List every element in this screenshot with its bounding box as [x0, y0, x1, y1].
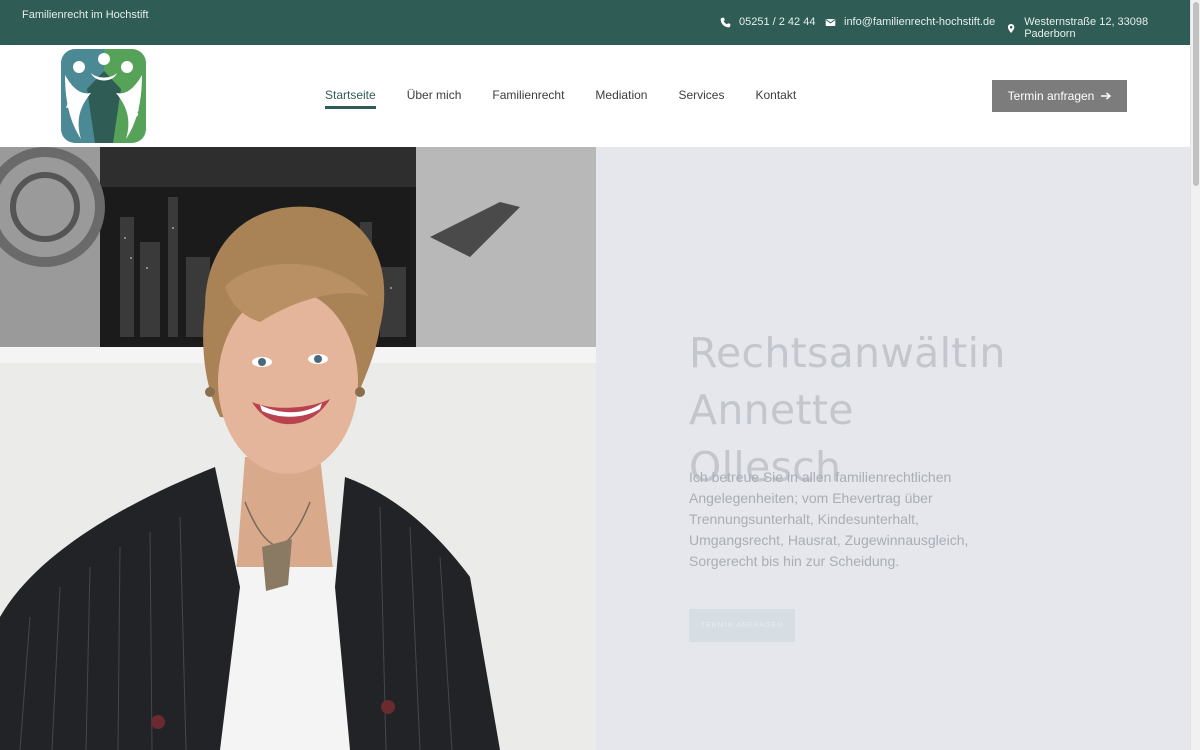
- nav-item-familienrecht[interactable]: Familienrecht: [492, 88, 564, 108]
- top-bar-email[interactable]: info@familienrecht-hochstift.de: [825, 16, 995, 28]
- site-header: § Startseite Über mich Familienrecht Med…: [0, 45, 1190, 147]
- top-bar-tagline: Familienrecht im Hochstift: [22, 9, 149, 21]
- top-bar: Familienrecht im Hochstift 05251 / 2 42 …: [0, 0, 1190, 45]
- scrollbar-thumb[interactable]: [1193, 2, 1199, 186]
- hero-portrait-photo: [0, 147, 596, 750]
- appointment-request-label: Termin anfragen: [1007, 89, 1095, 103]
- nav-item-startseite[interactable]: Startseite: [325, 88, 376, 109]
- page-scrollbar[interactable]: [1190, 0, 1200, 750]
- hero-title-line1: Rechtsanwältin Annette: [689, 329, 1006, 434]
- phone-icon: [720, 17, 731, 27]
- top-bar-address[interactable]: Westernstraße 12, 33098 Paderborn: [1006, 16, 1190, 40]
- nav-item-services[interactable]: Services: [678, 88, 724, 108]
- arrow-right-icon: [1101, 92, 1112, 100]
- nav-item-ueber-mich[interactable]: Über mich: [407, 88, 462, 108]
- nav-item-kontakt[interactable]: Kontakt: [755, 88, 796, 108]
- logo-people-icon[interactable]: §: [61, 49, 146, 143]
- main-nav: Startseite Über mich Familienrecht Media…: [325, 88, 796, 109]
- envelope-icon: [825, 18, 836, 26]
- hero-description: Ich betreue Sie in allen familienrechtli…: [689, 469, 969, 569]
- svg-text:§: §: [131, 99, 140, 120]
- portrait-illustration: [0, 147, 596, 750]
- top-bar-phone[interactable]: 05251 / 2 42 44: [720, 16, 815, 28]
- map-pin-icon: [1007, 23, 1015, 33]
- nav-item-mediation[interactable]: Mediation: [595, 88, 647, 108]
- email-address: info@familienrecht-hochstift.de: [844, 16, 996, 28]
- phone-number: 05251 / 2 42 44: [739, 16, 816, 28]
- hero-content: Rechtsanwältin Annette Ollesch Ich betre…: [596, 147, 1190, 750]
- hero-appointment-button[interactable]: TERMIN ANFRAGEN: [689, 609, 795, 642]
- street-address: Westernstraße 12, 33098 Paderborn: [1024, 16, 1149, 40]
- appointment-request-button[interactable]: Termin anfragen: [992, 80, 1127, 112]
